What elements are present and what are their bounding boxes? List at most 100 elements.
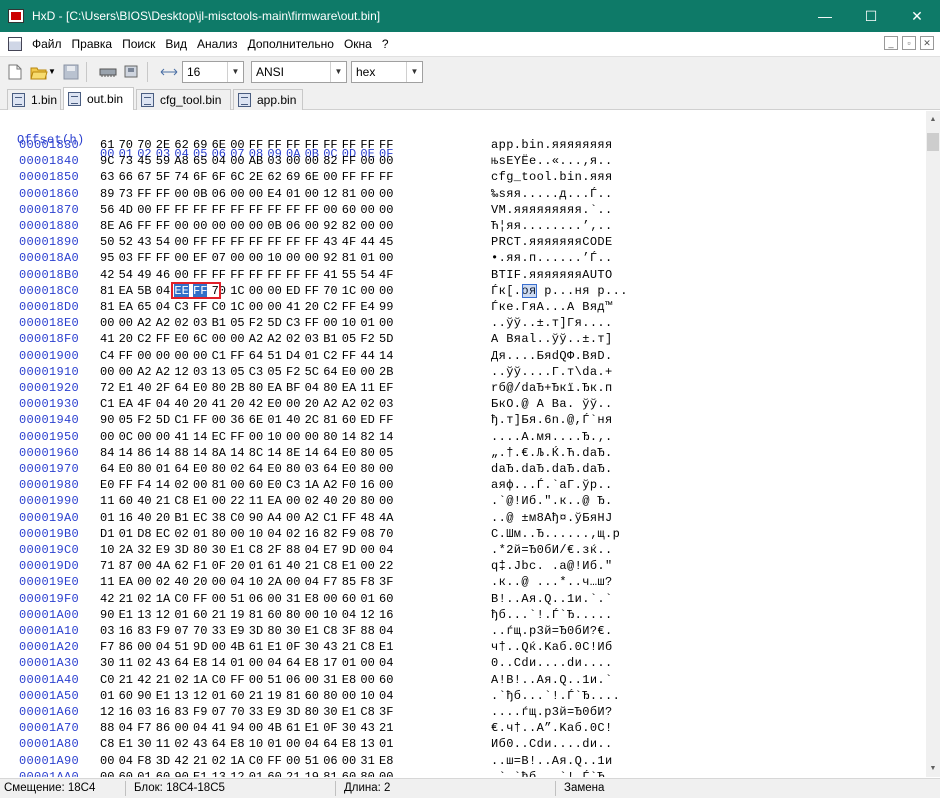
hex-byte[interactable]: FF (305, 138, 319, 152)
hex-byte[interactable]: 00 (137, 430, 151, 444)
hex-byte[interactable]: 00 (379, 284, 393, 298)
hex-byte[interactable]: 3F (342, 624, 356, 638)
hex-byte[interactable]: 2F (267, 543, 281, 557)
hex-byte[interactable]: 42 (249, 397, 263, 411)
hex-byte[interactable]: 16 (119, 705, 133, 719)
hex-byte[interactable]: 85 (342, 575, 356, 589)
ascii-text[interactable]: Ѓк[.оя p...ня p... (491, 284, 628, 298)
hex-byte[interactable]: 00 (230, 251, 244, 265)
hex-byte[interactable]: 43 (156, 656, 170, 670)
hex-byte[interactable]: FF (305, 235, 319, 249)
hex-byte[interactable]: 69 (286, 170, 300, 184)
hex-byte[interactable]: E1 (342, 705, 356, 719)
hex-byte[interactable]: 00 (286, 511, 300, 525)
hex-byte[interactable]: 12 (174, 365, 188, 379)
hex-byte[interactable]: B1 (212, 316, 226, 330)
hex-byte[interactable]: 00 (249, 187, 263, 201)
hex-byte[interactable]: 06 (212, 187, 226, 201)
hex-byte[interactable]: 5D (267, 316, 281, 330)
hex-byte[interactable]: 87 (119, 559, 133, 573)
hex-byte[interactable]: 64 (174, 656, 188, 670)
ascii-text[interactable]: q‡.Jbс. .a@!Иб." (491, 559, 613, 573)
hex-byte[interactable]: 03 (379, 397, 393, 411)
hex-byte[interactable]: 00 (379, 770, 393, 777)
hex-byte[interactable]: FF (119, 349, 133, 363)
hex-byte[interactable]: FF (156, 332, 170, 346)
ascii-text[interactable]: ..ѓщ.p3й=Ђ0бИ?€. (491, 624, 613, 638)
hex-byte[interactable]: C3 (174, 300, 188, 314)
hex-byte[interactable]: 14 (379, 430, 393, 444)
hex-byte[interactable]: 04 (379, 624, 393, 638)
hex-byte[interactable]: 86 (156, 721, 170, 735)
hex-byte[interactable]: E0 (193, 381, 207, 395)
hex-byte[interactable]: 03 (100, 624, 114, 638)
hex-byte[interactable]: FF (342, 138, 356, 152)
hex-byte[interactable]: F4 (137, 478, 151, 492)
hex-byte[interactable]: 05 (379, 446, 393, 460)
bytes-per-row-select[interactable]: 16 ▼ (182, 60, 244, 83)
hex-byte[interactable]: 00 (249, 430, 263, 444)
hex-byte[interactable]: 00 (267, 300, 281, 314)
hex-byte[interactable]: 00 (212, 219, 226, 233)
hex-byte[interactable]: 02 (212, 754, 226, 768)
hex-byte[interactable]: 9D (193, 640, 207, 654)
hex-byte[interactable]: 3F (379, 705, 393, 719)
hex-byte[interactable]: C8 (100, 737, 114, 751)
hex-byte[interactable]: 16 (156, 705, 170, 719)
hex-byte[interactable]: E0 (342, 462, 356, 476)
hex-byte[interactable]: 01 (137, 770, 151, 777)
menu-view[interactable]: Вид (161, 37, 193, 51)
hex-byte[interactable]: 01 (100, 689, 114, 703)
hex-byte[interactable]: 60 (119, 689, 133, 703)
hex-byte[interactable]: 00 (174, 187, 188, 201)
hex-byte[interactable]: 6E (212, 138, 226, 152)
hex-byte[interactable]: A2 (249, 332, 263, 346)
hex-byte[interactable]: 72 (100, 381, 114, 395)
hex-byte[interactable]: 01 (305, 349, 319, 363)
hex-byte[interactable]: 2B (379, 365, 393, 379)
hex-byte[interactable]: 00 (249, 284, 263, 298)
hex-byte[interactable]: FF (249, 138, 263, 152)
hex-byte[interactable]: 2B (230, 381, 244, 395)
hex-byte[interactable]: 64 (100, 462, 114, 476)
hex-byte[interactable]: 3D (286, 705, 300, 719)
hex-byte[interactable]: EC (156, 527, 170, 541)
hex-byte[interactable]: 4D (119, 203, 133, 217)
hex-byte[interactable]: 05 (119, 413, 133, 427)
hex-byte[interactable]: 80 (267, 624, 281, 638)
hex-byte[interactable]: FF (212, 203, 226, 217)
hex-byte[interactable]: E1 (379, 640, 393, 654)
hex-byte[interactable]: 4B (230, 640, 244, 654)
hex-byte[interactable]: 44 (360, 235, 374, 249)
hex-byte[interactable]: 43 (193, 737, 207, 751)
hex-byte[interactable]: FF (305, 203, 319, 217)
hex-byte[interactable]: 43 (323, 235, 337, 249)
hex-byte[interactable]: 54 (156, 235, 170, 249)
hex-byte[interactable]: 01 (342, 656, 356, 670)
hex-byte[interactable]: 00 (323, 203, 337, 217)
hex-byte[interactable]: E1 (305, 624, 319, 638)
hex-byte[interactable]: EC (193, 511, 207, 525)
hex-byte[interactable]: 14 (379, 349, 393, 363)
hex-byte[interactable]: 04 (379, 689, 393, 703)
ascii-text[interactable]: ч†..Qќ.Kaб.0C!Иб (491, 640, 613, 654)
hex-byte[interactable]: 00 (137, 203, 151, 217)
hex-byte[interactable]: 60 (230, 689, 244, 703)
hex-byte[interactable]: 81 (249, 608, 263, 622)
hex-byte[interactable]: 8C (249, 446, 263, 460)
hex-byte[interactable]: 41 (286, 300, 300, 314)
hex-byte[interactable]: C1 (323, 511, 337, 525)
hex-byte[interactable]: FF (193, 300, 207, 314)
hex-byte[interactable]: 13 (360, 737, 374, 751)
hex-byte[interactable]: 00 (100, 770, 114, 777)
hex-byte[interactable]: E8 (230, 737, 244, 751)
ascii-text[interactable]: .к..@ ...*..ч…ш? (491, 575, 613, 589)
hex-byte[interactable]: E8 (342, 737, 356, 751)
hex-byte[interactable]: 80 (212, 527, 226, 541)
hex-byte[interactable]: 01 (174, 608, 188, 622)
hex-byte[interactable]: 80 (305, 705, 319, 719)
hex-byte[interactable]: 02 (137, 656, 151, 670)
hex-byte[interactable]: 21 (305, 559, 319, 573)
hex-byte[interactable]: 2E (156, 138, 170, 152)
hex-byte[interactable]: 21 (342, 640, 356, 654)
